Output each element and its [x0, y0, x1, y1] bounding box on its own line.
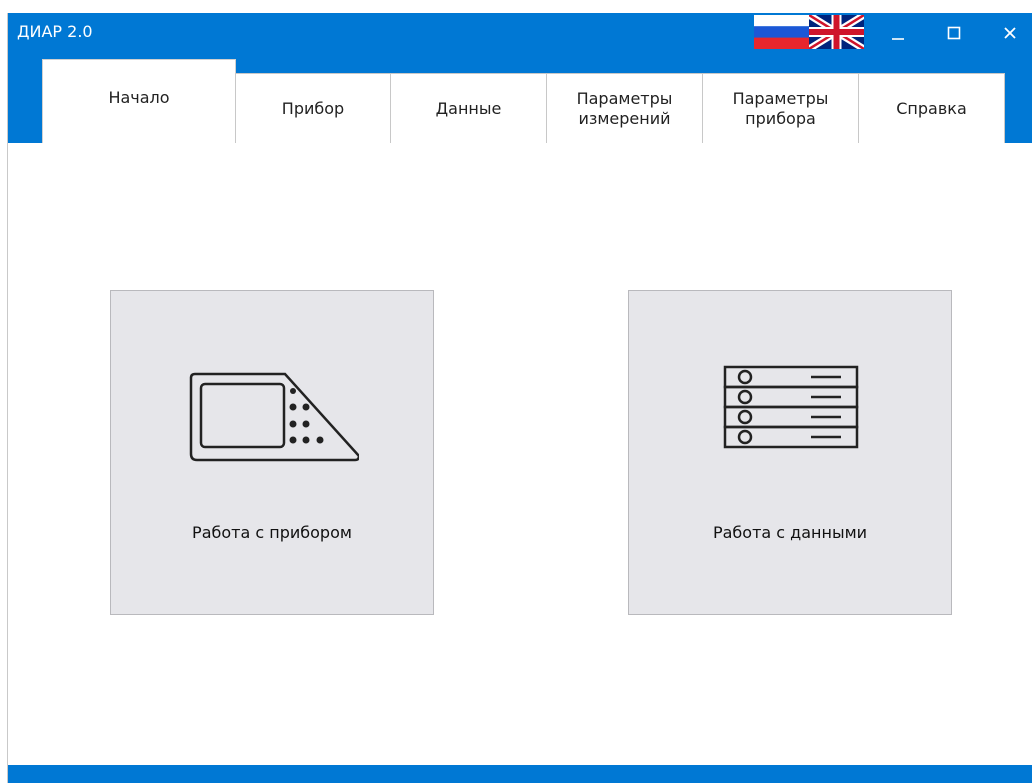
tile-label: Работа с прибором — [192, 523, 352, 542]
app-window: ДИАР 2.0 Начало Прибор Данные Параметры … — [7, 12, 1032, 783]
close-icon — [1004, 27, 1016, 39]
uk-flag-icon[interactable] — [807, 12, 866, 52]
work-with-device-tile[interactable]: Работа с прибором — [110, 290, 434, 615]
database-icon — [723, 365, 859, 449]
maximize-button[interactable] — [932, 13, 976, 53]
main-tabs: Начало Прибор Данные Параметры измерений… — [42, 59, 1005, 143]
work-with-data-tile[interactable]: Работа с данными — [628, 290, 952, 615]
russia-flag-icon[interactable] — [754, 15, 809, 49]
tab-label: Параметры прибора — [732, 88, 829, 128]
tab-device-parameters[interactable]: Параметры прибора — [702, 73, 859, 143]
tab-label: Справка — [896, 98, 967, 118]
device-icon — [189, 372, 359, 462]
maximize-icon — [947, 26, 961, 40]
minimize-icon — [892, 38, 904, 40]
tab-start[interactable]: Начало — [42, 59, 236, 143]
tab-help[interactable]: Справка — [858, 73, 1005, 143]
start-page: Работа с прибором Работа с данными — [8, 143, 1032, 765]
tab-label: Данные — [435, 98, 502, 118]
tab-device[interactable]: Прибор — [235, 73, 391, 143]
tab-data[interactable]: Данные — [390, 73, 547, 143]
tile-label: Работа с данными — [712, 523, 868, 542]
minimize-button[interactable] — [876, 13, 920, 53]
tab-label: Начало — [108, 88, 170, 107]
tab-measurement-parameters[interactable]: Параметры измерений — [546, 73, 703, 143]
tab-label: Параметры измерений — [576, 88, 673, 128]
status-bar — [8, 765, 1032, 783]
tab-label: Прибор — [281, 98, 345, 118]
close-button[interactable] — [988, 13, 1032, 53]
app-title: ДИАР 2.0 — [17, 22, 93, 41]
title-bar: ДИАР 2.0 Начало Прибор Данные Параметры … — [8, 12, 1032, 143]
